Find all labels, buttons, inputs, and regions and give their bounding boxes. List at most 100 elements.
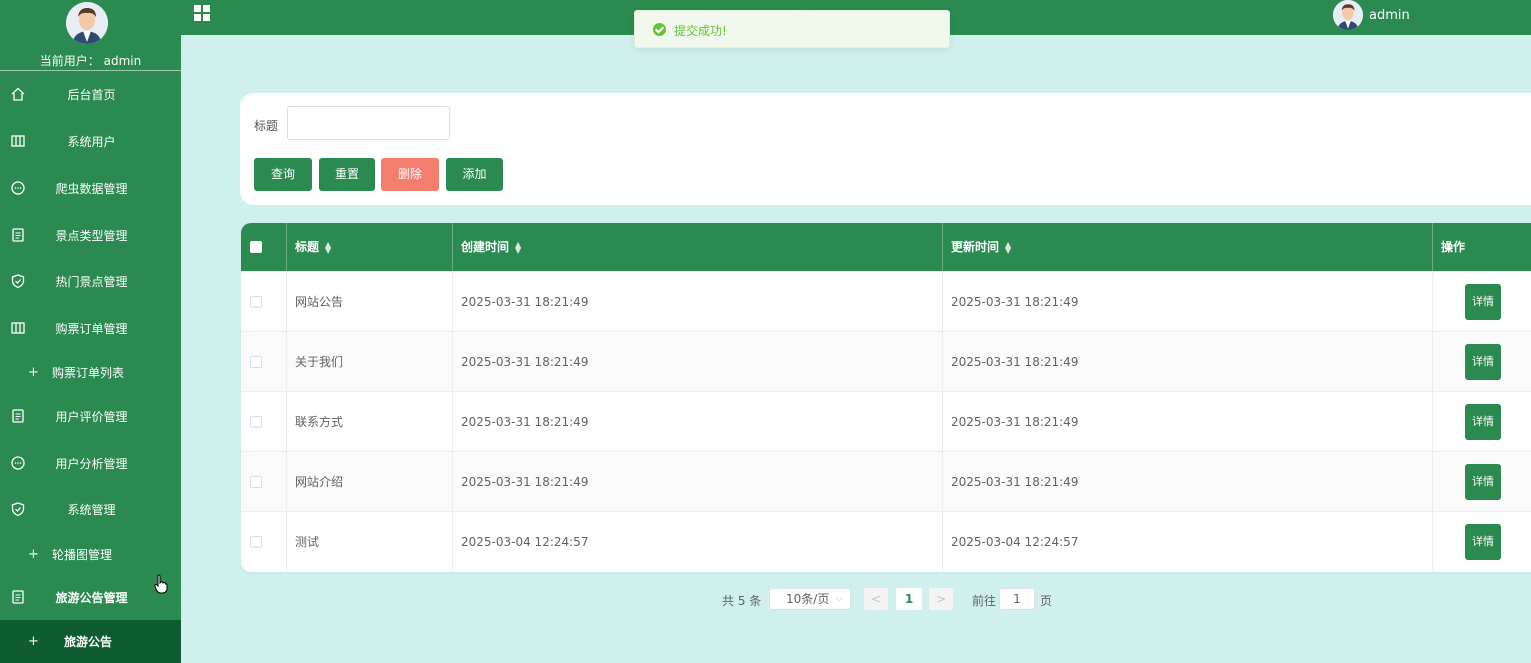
row-check-cell <box>241 452 287 512</box>
page-size-select[interactable]: 10条/页 ⌵ <box>769 588 851 610</box>
prev-page-button[interactable]: < <box>864 588 888 610</box>
cell-created: 2025-03-31 18:21:49 <box>453 392 943 452</box>
sort-icon[interactable]: ▲ ▼ <box>515 240 521 254</box>
sidebar-item-label: 景点类型管理 <box>55 228 128 243</box>
sidebar-item-label: 用户分析管理 <box>55 456 128 471</box>
table-row: 关于我们 2025-03-31 18:21:49 2025-03-31 18:2… <box>241 331 1531 392</box>
sidebar-item-ticket-orders[interactable]: 购票订单管理 <box>0 305 181 351</box>
row-checkbox[interactable] <box>250 356 262 368</box>
table-row: 网站介绍 2025-03-31 18:21:49 2025-03-31 18:2… <box>241 451 1531 512</box>
sidebar-item-label: 爬虫数据管理 <box>55 181 128 196</box>
menu-grid-icon[interactable] <box>193 4 211 22</box>
sidebar-item-carousel[interactable]: + 轮播图管理 <box>0 531 181 577</box>
sidebar-item-scenic-types[interactable]: 景点类型管理 <box>0 212 181 258</box>
sidebar-item-label: 旅游公告 <box>64 635 113 649</box>
goto-label: 前往 <box>972 594 997 608</box>
toast-message: 提交成功! <box>674 24 727 38</box>
avatar <box>66 2 108 44</box>
sidebar-user-panel: 当前用户： admin <box>0 0 181 71</box>
row-check-cell <box>241 512 287 572</box>
sidebar-item-label: 后台首页 <box>67 87 116 102</box>
cell-updated: 2025-03-31 18:21:49 <box>943 392 1433 452</box>
cell-created: 2025-03-31 18:21:49 <box>453 452 943 512</box>
success-toast: 提交成功! <box>634 10 950 48</box>
add-button[interactable]: 添加 <box>446 158 503 191</box>
plus-icon: + <box>28 634 39 649</box>
title-label: 标题 <box>254 119 279 133</box>
column-header-updated[interactable]: 更新时间 ▲ ▼ <box>943 223 1433 271</box>
cell-title: 网站介绍 <box>287 452 453 512</box>
pagination-total: 共 5 条 <box>722 594 762 608</box>
column-header-title[interactable]: 标题 ▲ ▼ <box>287 223 453 271</box>
sidebar-item-label: 系统管理 <box>67 502 116 517</box>
cell-updated: 2025-03-31 18:21:49 <box>943 332 1433 392</box>
cell-created: 2025-03-31 18:21:49 <box>453 332 943 392</box>
table-row: 网站公告 2025-03-31 18:21:49 2025-03-31 18:2… <box>241 271 1531 332</box>
select-all-checkbox[interactable] <box>250 241 262 253</box>
sidebar-item-label: 购票订单列表 <box>52 365 125 380</box>
check-circle-icon <box>653 23 666 36</box>
sidebar-item-hot-scenic[interactable]: 热门景点管理 <box>0 258 181 304</box>
sidebar-item-ticket-order-list[interactable]: + 购票订单列表 <box>0 349 181 395</box>
cell-title: 联系方式 <box>287 392 453 452</box>
row-checkbox[interactable] <box>250 476 262 488</box>
cell-updated: 2025-03-31 18:21:49 <box>943 452 1433 512</box>
title-search-input[interactable] <box>287 106 450 140</box>
sidebar-item-label: 系统用户 <box>67 134 116 149</box>
notice-table: 标题 ▲ ▼ 创建时间 ▲ ▼ 更新时间 ▲ ▼ 操作 网站公告 2025-03-31 18… <box>241 223 1531 572</box>
sidebar-item-label: 轮播图管理 <box>52 547 113 562</box>
sidebar-item-label: 购票订单管理 <box>55 321 128 336</box>
cell-title: 网站公告 <box>287 272 453 332</box>
column-updated-label: 更新时间 <box>951 240 1000 254</box>
current-user-label: 当前用户： admin <box>39 54 142 68</box>
table-row: 测试 2025-03-04 12:24:57 2025-03-04 12:24:… <box>241 511 1531 572</box>
current-page-number[interactable]: 1 <box>896 588 922 610</box>
row-checkbox[interactable] <box>250 416 262 428</box>
header-username[interactable]: admin <box>1369 8 1410 23</box>
reset-button[interactable]: 重置 <box>319 158 375 191</box>
sidebar-item-user-reviews[interactable]: 用户评价管理 <box>0 393 181 439</box>
chevron-down-icon: ⌵ <box>835 593 843 604</box>
hand-cursor-icon <box>154 574 168 594</box>
query-button[interactable]: 查询 <box>254 158 312 191</box>
sidebar-item-label: 热门景点管理 <box>55 274 128 289</box>
sidebar-item-user-analysis[interactable]: 用户分析管理 <box>0 440 181 486</box>
detail-button[interactable]: 详情 <box>1465 404 1501 440</box>
detail-button[interactable]: 详情 <box>1465 344 1501 380</box>
detail-button[interactable]: 详情 <box>1465 464 1501 500</box>
select-all-cell <box>241 223 287 271</box>
table-header: 标题 ▲ ▼ 创建时间 ▲ ▼ 更新时间 ▲ ▼ 操作 <box>241 223 1531 271</box>
sidebar-item-crawler-data[interactable]: 爬虫数据管理 <box>0 165 181 211</box>
sidebar: 当前用户： admin 后台首页 系统用户 爬虫数据管理 景点类型管理 热门景点… <box>0 0 181 663</box>
column-header-created[interactable]: 创建时间 ▲ ▼ <box>453 223 943 271</box>
cell-title: 关于我们 <box>287 332 453 392</box>
cell-created: 2025-03-04 12:24:57 <box>453 512 943 572</box>
sort-icon[interactable]: ▲ ▼ <box>1005 240 1011 254</box>
column-actions-label: 操作 <box>1441 240 1466 254</box>
column-created-label: 创建时间 <box>461 240 510 254</box>
delete-button[interactable]: 删除 <box>381 158 439 191</box>
sidebar-item-travel-notice[interactable]: + 旅游公告 <box>0 620 181 663</box>
sidebar-item-dashboard[interactable]: 后台首页 <box>0 71 181 117</box>
cell-title: 测试 <box>287 512 453 572</box>
row-check-cell <box>241 332 287 392</box>
avatar[interactable] <box>1333 0 1363 30</box>
cell-updated: 2025-03-31 18:21:49 <box>943 272 1433 332</box>
column-header-actions: 操作 <box>1433 223 1531 271</box>
sidebar-item-label: 用户评价管理 <box>55 409 128 424</box>
detail-button[interactable]: 详情 <box>1465 284 1501 320</box>
cell-created: 2025-03-31 18:21:49 <box>453 272 943 332</box>
row-checkbox[interactable] <box>250 296 262 308</box>
sidebar-item-system-management[interactable]: 系统管理 <box>0 486 181 532</box>
next-page-button[interactable]: > <box>929 588 953 610</box>
cell-updated: 2025-03-04 12:24:57 <box>943 512 1433 572</box>
row-check-cell <box>241 272 287 332</box>
row-check-cell <box>241 392 287 452</box>
sort-icon[interactable]: ▲ ▼ <box>325 240 331 254</box>
goto-page-input[interactable]: 1 <box>999 588 1035 610</box>
search-panel: 标题 查询 重置 删除 添加 <box>240 93 1531 205</box>
row-checkbox[interactable] <box>250 536 262 548</box>
detail-button[interactable]: 详情 <box>1465 524 1501 560</box>
page-size-value: 10条/页 <box>786 592 830 606</box>
sidebar-item-system-users[interactable]: 系统用户 <box>0 118 181 164</box>
